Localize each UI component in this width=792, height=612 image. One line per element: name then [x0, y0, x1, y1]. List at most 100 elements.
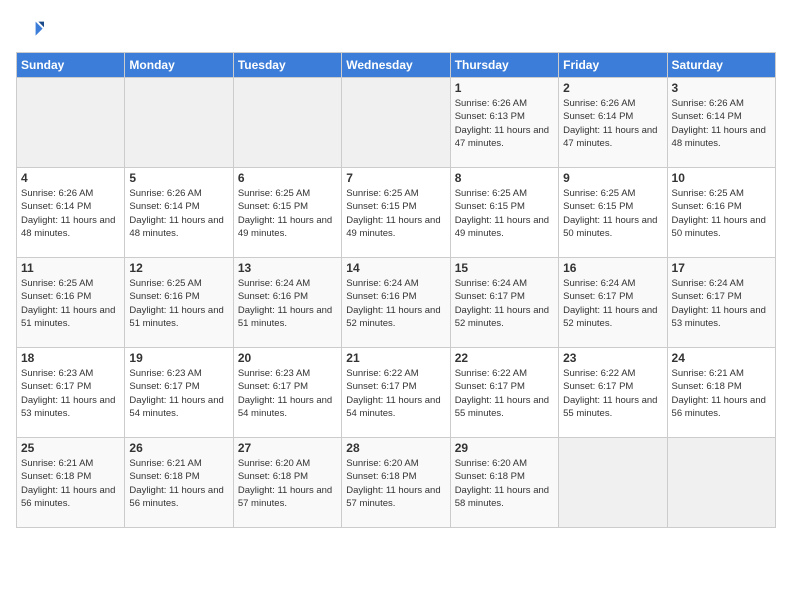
day-content: Sunrise: 6:23 AM Sunset: 6:17 PM Dayligh… — [238, 367, 337, 420]
day-content: Sunrise: 6:26 AM Sunset: 6:14 PM Dayligh… — [563, 97, 662, 150]
day-number: 27 — [238, 441, 337, 455]
day-content: Sunrise: 6:22 AM Sunset: 6:17 PM Dayligh… — [346, 367, 445, 420]
calendar-cell: 4 Sunrise: 6:26 AM Sunset: 6:14 PM Daylig… — [17, 168, 125, 258]
day-number: 6 — [238, 171, 337, 185]
day-number: 22 — [455, 351, 554, 365]
calendar-cell: 24 Sunrise: 6:21 AM Sunset: 6:18 PM Dayli… — [667, 348, 775, 438]
day-content: Sunrise: 6:24 AM Sunset: 6:17 PM Dayligh… — [455, 277, 554, 330]
header-tuesday: Tuesday — [233, 53, 341, 78]
calendar-cell: 22 Sunrise: 6:22 AM Sunset: 6:17 PM Dayli… — [450, 348, 558, 438]
calendar-cell: 11 Sunrise: 6:25 AM Sunset: 6:16 PM Dayli… — [17, 258, 125, 348]
day-number: 15 — [455, 261, 554, 275]
calendar-cell — [559, 438, 667, 528]
day-number: 17 — [672, 261, 771, 275]
day-number: 21 — [346, 351, 445, 365]
calendar-week-row: 18 Sunrise: 6:23 AM Sunset: 6:17 PM Dayli… — [17, 348, 776, 438]
day-content: Sunrise: 6:26 AM Sunset: 6:14 PM Dayligh… — [672, 97, 771, 150]
header-thursday: Thursday — [450, 53, 558, 78]
calendar-cell — [667, 438, 775, 528]
calendar-cell: 5 Sunrise: 6:26 AM Sunset: 6:14 PM Daylig… — [125, 168, 233, 258]
calendar-cell: 2Sunrise: 6:26 AM Sunset: 6:14 PM Daylig… — [559, 78, 667, 168]
day-content: Sunrise: 6:25 AM Sunset: 6:15 PM Dayligh… — [455, 187, 554, 240]
day-content: Sunrise: 6:24 AM Sunset: 6:16 PM Dayligh… — [238, 277, 337, 330]
calendar-cell: 10 Sunrise: 6:25 AM Sunset: 6:16 PM Dayli… — [667, 168, 775, 258]
calendar-cell: 23Sunrise: 6:22 AM Sunset: 6:17 PM Dayli… — [559, 348, 667, 438]
calendar-cell: 16 Sunrise: 6:24 AM Sunset: 6:17 PM Dayli… — [559, 258, 667, 348]
day-content: Sunrise: 6:25 AM Sunset: 6:16 PM Dayligh… — [672, 187, 771, 240]
calendar-week-row: 4 Sunrise: 6:26 AM Sunset: 6:14 PM Daylig… — [17, 168, 776, 258]
day-content: Sunrise: 6:22 AM Sunset: 6:17 PM Dayligh… — [563, 367, 662, 420]
day-content: Sunrise: 6:24 AM Sunset: 6:17 PM Dayligh… — [672, 277, 771, 330]
calendar-cell: 19 Sunrise: 6:23 AM Sunset: 6:17 PM Dayli… — [125, 348, 233, 438]
calendar-cell: 12 Sunrise: 6:25 AM Sunset: 6:16 PM Dayli… — [125, 258, 233, 348]
day-number: 24 — [672, 351, 771, 365]
day-number: 18 — [21, 351, 120, 365]
day-number: 19 — [129, 351, 228, 365]
day-number: 20 — [238, 351, 337, 365]
calendar-header-row: SundayMondayTuesdayWednesdayThursdayFrid… — [17, 53, 776, 78]
day-number: 5 — [129, 171, 228, 185]
calendar-cell: 29 Sunrise: 6:20 AM Sunset: 6:18 PM Dayli… — [450, 438, 558, 528]
day-content: Sunrise: 6:23 AM Sunset: 6:17 PM Dayligh… — [21, 367, 120, 420]
day-content: Sunrise: 6:24 AM Sunset: 6:16 PM Dayligh… — [346, 277, 445, 330]
day-number: 9 — [563, 171, 662, 185]
calendar-cell — [125, 78, 233, 168]
calendar-cell: 6Sunrise: 6:25 AM Sunset: 6:15 PM Daylig… — [233, 168, 341, 258]
day-content: Sunrise: 6:20 AM Sunset: 6:18 PM Dayligh… — [455, 457, 554, 510]
header-sunday: Sunday — [17, 53, 125, 78]
day-number: 26 — [129, 441, 228, 455]
calendar-cell: 15 Sunrise: 6:24 AM Sunset: 6:17 PM Dayli… — [450, 258, 558, 348]
day-content: Sunrise: 6:24 AM Sunset: 6:17 PM Dayligh… — [563, 277, 662, 330]
calendar-cell: 14 Sunrise: 6:24 AM Sunset: 6:16 PM Dayli… — [342, 258, 450, 348]
day-content: Sunrise: 6:25 AM Sunset: 6:16 PM Dayligh… — [129, 277, 228, 330]
day-number: 4 — [21, 171, 120, 185]
day-number: 14 — [346, 261, 445, 275]
calendar-cell: 7 Sunrise: 6:25 AM Sunset: 6:15 PM Daylig… — [342, 168, 450, 258]
header-saturday: Saturday — [667, 53, 775, 78]
calendar-cell — [233, 78, 341, 168]
header-friday: Friday — [559, 53, 667, 78]
day-number: 13 — [238, 261, 337, 275]
calendar-week-row: 1Sunrise: 6:26 AM Sunset: 6:13 PM Daylig… — [17, 78, 776, 168]
calendar-cell: 3 Sunrise: 6:26 AM Sunset: 6:14 PM Daylig… — [667, 78, 775, 168]
day-number: 12 — [129, 261, 228, 275]
day-content: Sunrise: 6:21 AM Sunset: 6:18 PM Dayligh… — [129, 457, 228, 510]
day-number: 1 — [455, 81, 554, 95]
day-content: Sunrise: 6:23 AM Sunset: 6:17 PM Dayligh… — [129, 367, 228, 420]
day-content: Sunrise: 6:25 AM Sunset: 6:15 PM Dayligh… — [346, 187, 445, 240]
day-number: 29 — [455, 441, 554, 455]
calendar-cell: 28 Sunrise: 6:20 AM Sunset: 6:18 PM Dayli… — [342, 438, 450, 528]
day-number: 8 — [455, 171, 554, 185]
day-number: 16 — [563, 261, 662, 275]
calendar-cell: 21 Sunrise: 6:22 AM Sunset: 6:17 PM Dayli… — [342, 348, 450, 438]
day-content: Sunrise: 6:21 AM Sunset: 6:18 PM Dayligh… — [21, 457, 120, 510]
calendar-cell: 8 Sunrise: 6:25 AM Sunset: 6:15 PM Daylig… — [450, 168, 558, 258]
header-wednesday: Wednesday — [342, 53, 450, 78]
calendar-cell: 13 Sunrise: 6:24 AM Sunset: 6:16 PM Dayli… — [233, 258, 341, 348]
calendar-cell: 26 Sunrise: 6:21 AM Sunset: 6:18 PM Dayli… — [125, 438, 233, 528]
day-content: Sunrise: 6:21 AM Sunset: 6:18 PM Dayligh… — [672, 367, 771, 420]
day-content: Sunrise: 6:26 AM Sunset: 6:14 PM Dayligh… — [21, 187, 120, 240]
day-content: Sunrise: 6:26 AM Sunset: 6:14 PM Dayligh… — [129, 187, 228, 240]
page-header — [16, 16, 776, 44]
day-number: 3 — [672, 81, 771, 95]
logo — [16, 16, 48, 44]
day-content: Sunrise: 6:20 AM Sunset: 6:18 PM Dayligh… — [238, 457, 337, 510]
day-content: Sunrise: 6:20 AM Sunset: 6:18 PM Dayligh… — [346, 457, 445, 510]
day-number: 10 — [672, 171, 771, 185]
day-content: Sunrise: 6:22 AM Sunset: 6:17 PM Dayligh… — [455, 367, 554, 420]
day-number: 25 — [21, 441, 120, 455]
logo-icon — [16, 16, 44, 44]
calendar-cell: 25 Sunrise: 6:21 AM Sunset: 6:18 PM Dayli… — [17, 438, 125, 528]
calendar-cell — [17, 78, 125, 168]
calendar-week-row: 25 Sunrise: 6:21 AM Sunset: 6:18 PM Dayli… — [17, 438, 776, 528]
day-number: 28 — [346, 441, 445, 455]
day-number: 11 — [21, 261, 120, 275]
calendar-cell: 27 Sunrise: 6:20 AM Sunset: 6:18 PM Dayli… — [233, 438, 341, 528]
day-number: 7 — [346, 171, 445, 185]
calendar-table: SundayMondayTuesdayWednesdayThursdayFrid… — [16, 52, 776, 528]
header-monday: Monday — [125, 53, 233, 78]
day-content: Sunrise: 6:25 AM Sunset: 6:16 PM Dayligh… — [21, 277, 120, 330]
calendar-cell — [342, 78, 450, 168]
calendar-cell: 17 Sunrise: 6:24 AM Sunset: 6:17 PM Dayli… — [667, 258, 775, 348]
